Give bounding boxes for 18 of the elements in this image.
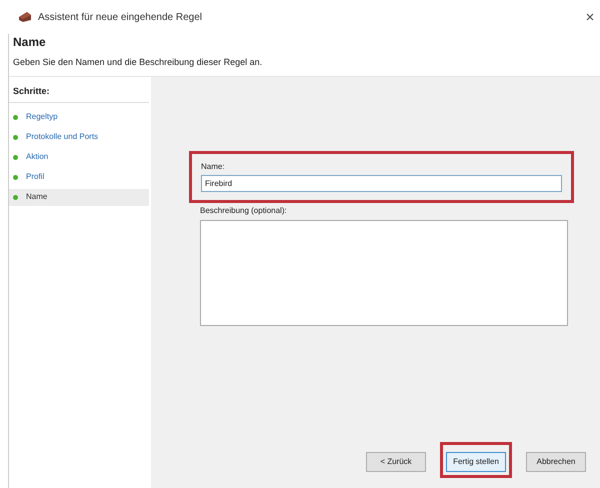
dialog-button[interactable]: Fertig stellen [446,452,506,472]
wall-icon [18,11,32,23]
description-label: Beschreibung (optional): [200,204,288,216]
step-item[interactable]: Aktion [9,148,149,166]
step-item[interactable]: Name [9,188,149,206]
step-item[interactable]: Protokolle und Ports [9,128,149,146]
window-title: Assistent für neue eingehende Regel [38,10,202,24]
description-field[interactable] [200,220,568,326]
name-field[interactable]: Firebird [201,174,562,192]
name-label: Name: [201,160,226,172]
page-title: Name [13,34,47,50]
step-item[interactable]: Profil [9,168,149,186]
page-description: Geben Sie den Namen und die Beschreibung dieser Regel an. [13,56,264,69]
steps-title: Schritte: [9,84,149,102]
dialog-button[interactable]: Abbrechen [526,452,586,472]
close-icon[interactable] [586,13,594,21]
dialog-button[interactable]: < Zurück [366,452,426,472]
step-item[interactable]: Regeltyp [9,108,149,126]
